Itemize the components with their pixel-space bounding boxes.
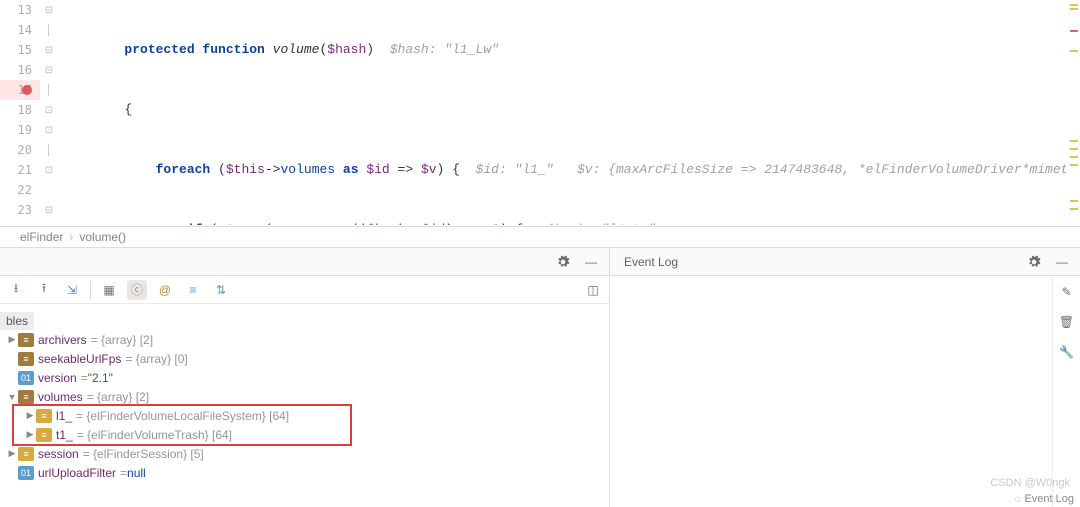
expand-icon[interactable]: ▶ <box>6 448 18 459</box>
debug-toolbar: ⭳ ⭱ ⇲ ▦ ⓒ @ ≡ ⇅ ◫ <box>0 276 609 304</box>
line-gutter[interactable]: 13 14 15 16 17 18 19 20 21 22 23 <box>0 0 40 225</box>
tree-row[interactable]: ▼≡volumes = {array} [2] <box>0 387 609 406</box>
minimize-icon[interactable]: — <box>581 252 601 272</box>
line-number[interactable]: 19 <box>0 120 40 140</box>
array-icon: ≡ <box>18 390 34 404</box>
bottom-panels: — ⭳ ⭱ ⇲ ▦ ⓒ @ ≡ ⇅ ◫ bles ▶≡archivers = {… <box>0 248 1080 507</box>
breadcrumb-item[interactable]: volume() <box>79 230 126 244</box>
breakpoint-line-number[interactable]: 17 <box>0 80 40 100</box>
object-icon: ≡ <box>18 447 34 461</box>
line-number[interactable]: 16 <box>0 60 40 80</box>
breadcrumb: elFinder › volume() <box>0 226 1080 248</box>
line-number[interactable]: 21 <box>0 160 40 180</box>
event-log-content[interactable] <box>610 276 1052 507</box>
variables-tree[interactable]: ▶≡archivers = {array} [2] ≡seekableUrlFp… <box>0 304 609 507</box>
trash-icon[interactable]: 🗑 <box>1057 312 1077 332</box>
sort-icon[interactable]: ⇅ <box>211 280 231 300</box>
tree-row[interactable]: ▶≡archivers = {array} [2] <box>0 330 609 349</box>
expand-icon[interactable]: ▶ <box>24 410 36 421</box>
object-icon: ≡ <box>36 409 52 423</box>
wrench-icon[interactable]: 🔧 <box>1057 342 1077 362</box>
fold-column[interactable]: ⊟│⊟⊟│⊡⊡│⊡⊟ <box>40 0 58 225</box>
layout-icon[interactable]: ◫ <box>583 280 603 300</box>
download-icon[interactable]: ⭳ <box>6 280 26 300</box>
event-log-panel: Event Log — ✎ 🗑 🔧 <box>610 248 1080 507</box>
tree-row[interactable]: 01urlUploadFilter = null <box>0 463 609 482</box>
collapse-icon[interactable]: ▼ <box>6 392 18 402</box>
line-number[interactable]: 23 <box>0 200 40 220</box>
code-editor[interactable]: 13 14 15 16 17 18 19 20 21 22 23 ⊟│⊟⊟│⊡⊡… <box>0 0 1080 225</box>
debug-panel: — ⭳ ⭱ ⇲ ▦ ⓒ @ ≡ ⇅ ◫ bles ▶≡archivers = {… <box>0 248 610 507</box>
status-bar-event-log[interactable]: ◌Event Log <box>1015 493 1075 505</box>
tree-row[interactable]: ▶≡session = {elFinderSession} [5] <box>0 444 609 463</box>
tree-row[interactable]: 01version = "2.1" <box>0 368 609 387</box>
event-log-tools: ✎ 🗑 🔧 <box>1052 276 1080 507</box>
line-number[interactable]: 22 <box>0 180 40 200</box>
code-content[interactable]: protected function volume($hash) $hash: … <box>58 0 1080 225</box>
upload-icon[interactable]: ⭱ <box>34 280 54 300</box>
gear-icon[interactable] <box>1024 252 1044 272</box>
chevron-right-icon: › <box>69 230 73 244</box>
grid-icon[interactable]: ▦ <box>99 280 119 300</box>
tree-row[interactable]: ▶≡l1_ = {elFinderVolumeLocalFileSystem} … <box>0 406 609 425</box>
string-icon: 01 <box>18 371 34 385</box>
error-stripe[interactable] <box>1066 0 1080 225</box>
event-log-header: Event Log — <box>610 248 1080 276</box>
line-number[interactable]: 13 <box>0 0 40 20</box>
panel-title: Event Log <box>624 255 678 269</box>
filter-icon[interactable]: ⇲ <box>62 280 82 300</box>
line-number[interactable]: 20 <box>0 140 40 160</box>
class-view-icon[interactable]: ⓒ <box>127 280 147 300</box>
expand-icon[interactable]: ▶ <box>24 429 36 440</box>
list-icon[interactable]: ≡ <box>183 280 203 300</box>
line-number[interactable]: 18 <box>0 100 40 120</box>
array-icon: ≡ <box>18 333 34 347</box>
value-icon: 01 <box>18 466 34 480</box>
gear-icon[interactable] <box>553 252 573 272</box>
expand-icon[interactable]: ▶ <box>6 334 18 345</box>
debug-panel-header: — <box>0 248 609 276</box>
line-number[interactable]: 15 <box>0 40 40 60</box>
tree-row[interactable]: ▶≡t1_ = {elFinderVolumeTrash} [64] <box>0 425 609 444</box>
tree-row[interactable]: ≡seekableUrlFps = {array} [0] <box>0 349 609 368</box>
line-number[interactable]: 14 <box>0 20 40 40</box>
array-icon: ≡ <box>18 352 34 366</box>
minimize-icon[interactable]: — <box>1052 252 1072 272</box>
object-icon: ≡ <box>36 428 52 442</box>
breadcrumb-item[interactable]: elFinder <box>20 230 63 244</box>
watermark: CSDN @W0ngk <box>990 477 1070 489</box>
edit-icon[interactable]: ✎ <box>1057 282 1077 302</box>
at-icon[interactable]: @ <box>155 280 175 300</box>
